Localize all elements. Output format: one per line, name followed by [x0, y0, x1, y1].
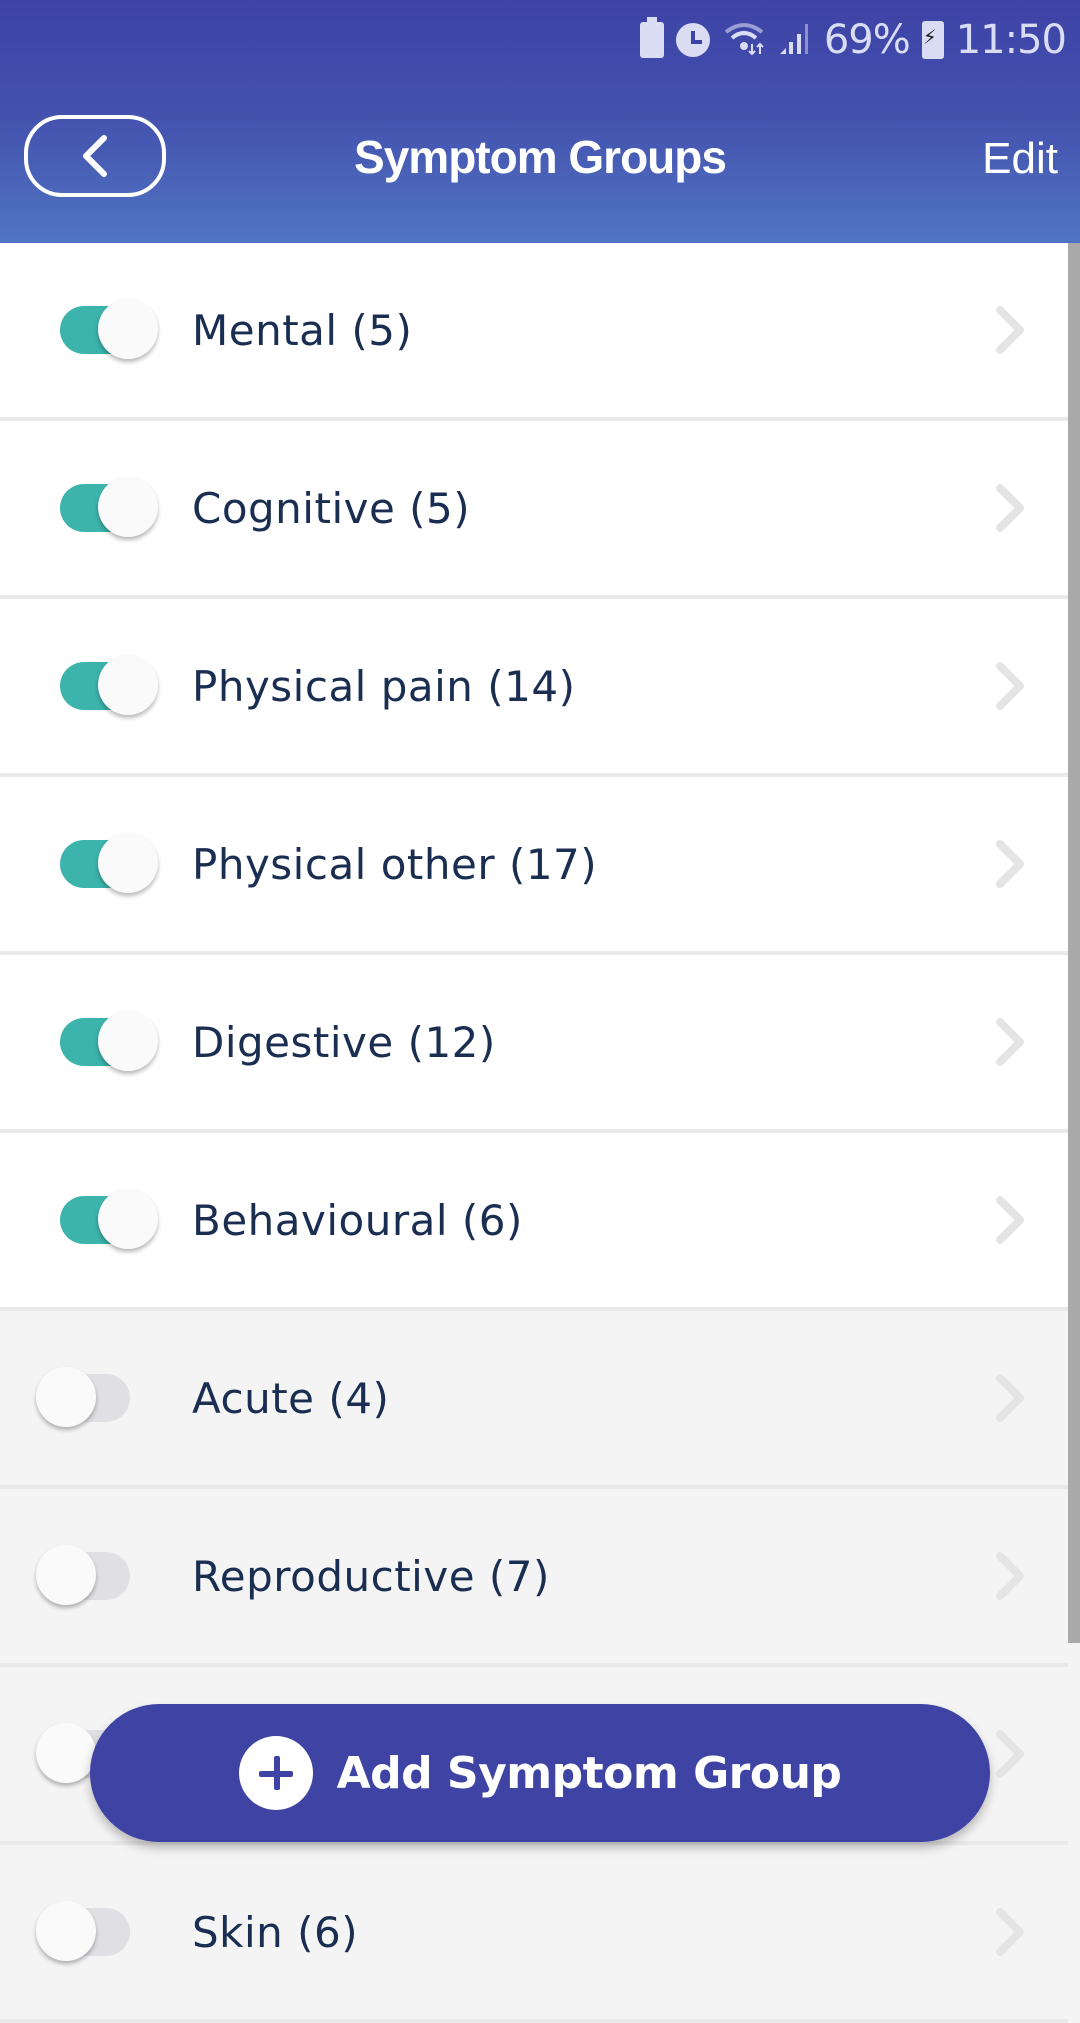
scrollbar[interactable]: [1068, 243, 1080, 1643]
group-toggle[interactable]: [60, 1189, 158, 1249]
toggle-knob: [98, 655, 158, 715]
group-label: Physical pain (14): [192, 661, 576, 711]
add-symptom-group-label: Add Symptom Group: [336, 1747, 842, 1799]
list-item[interactable]: Physical other (17): [0, 777, 1068, 955]
group-toggle[interactable]: [60, 299, 158, 359]
group-label: Digestive (12): [192, 1017, 496, 1067]
alarm-icon: [675, 23, 710, 57]
list-item[interactable]: Skin (6): [0, 1845, 1068, 2023]
chevron-right-icon: [996, 1730, 1024, 1778]
signal-icon: [778, 20, 812, 60]
header: 69% 11:50 Symptom Groups Edit: [0, 0, 1080, 243]
toggle-knob: [98, 1011, 158, 1071]
group-toggle[interactable]: [60, 1011, 158, 1071]
group-label: Skin (6): [192, 1907, 359, 1957]
group-label: Reproductive (7): [192, 1551, 550, 1601]
battery-percent: 69%: [823, 17, 911, 63]
chevron-right-icon: [996, 484, 1024, 532]
group-toggle[interactable]: [60, 477, 158, 537]
wifi-icon: [722, 20, 766, 60]
chevron-right-icon: [996, 1018, 1024, 1066]
list-item[interactable]: Digestive (12): [0, 955, 1068, 1133]
group-label: Physical other (17): [192, 839, 598, 889]
plus-circle-icon: [238, 1736, 313, 1810]
chevron-right-icon: [996, 662, 1024, 710]
toggle-knob: [36, 1545, 96, 1605]
group-toggle[interactable]: [60, 833, 158, 893]
group-label: Cognitive (5): [192, 483, 471, 533]
chevron-right-icon: [996, 1908, 1024, 1956]
list-item[interactable]: Cognitive (5): [0, 421, 1068, 599]
add-symptom-group-button[interactable]: Add Symptom Group: [90, 1704, 990, 1842]
list-item[interactable]: Acute (4): [0, 1311, 1068, 1489]
group-label: Behavioural (6): [192, 1195, 523, 1245]
toggle-knob: [36, 1901, 96, 1961]
group-toggle[interactable]: [60, 655, 158, 715]
chevron-right-icon: [996, 306, 1024, 354]
chevron-right-icon: [996, 1374, 1024, 1422]
list-item[interactable]: Physical pain (14): [0, 599, 1068, 777]
charging-battery-icon: [921, 21, 944, 59]
chevron-right-icon: [996, 1196, 1024, 1244]
clock: 11:50: [955, 17, 1067, 63]
page-title: Symptom Groups: [354, 131, 727, 183]
group-toggle[interactable]: [36, 1367, 152, 1427]
list-item[interactable]: Reproductive (7): [0, 1489, 1068, 1667]
battery-saver-icon: [639, 17, 664, 58]
toggle-knob: [98, 1189, 158, 1249]
chevron-right-icon: [996, 1552, 1024, 1600]
list-item[interactable]: Mental (5): [0, 243, 1068, 421]
group-label: Mental (5): [192, 305, 413, 355]
list-item[interactable]: Behavioural (6): [0, 1133, 1068, 1311]
group-label: Acute (4): [192, 1373, 390, 1423]
toggle-knob: [98, 299, 158, 359]
toggle-knob: [36, 1723, 96, 1783]
toggle-knob: [98, 833, 158, 893]
edit-button[interactable]: Edit: [982, 134, 1058, 184]
toggle-knob: [98, 477, 158, 537]
chevron-right-icon: [996, 840, 1024, 888]
toggle-knob: [36, 1367, 96, 1427]
group-toggle[interactable]: [36, 1545, 152, 1605]
status-bar: 69% 11:50: [0, 0, 1080, 80]
group-toggle[interactable]: [36, 1901, 152, 1961]
